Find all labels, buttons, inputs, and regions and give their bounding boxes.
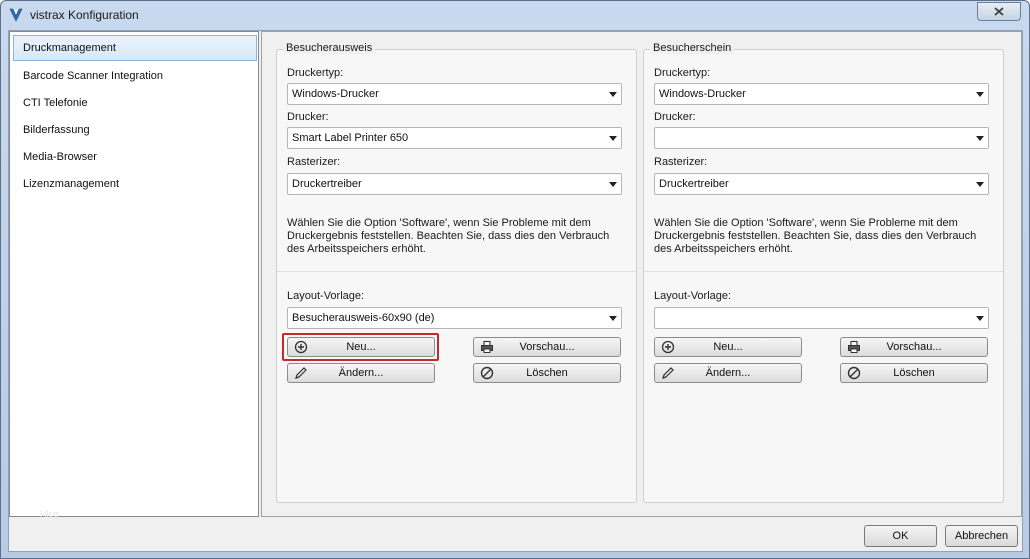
drucker-label: Drucker: xyxy=(287,111,329,123)
druckertyp-select[interactable]: Windows-Drucker xyxy=(287,83,622,105)
druckertyp-select[interactable]: Windows-Drucker xyxy=(654,83,989,105)
chevron-down-icon xyxy=(976,316,984,321)
group-besucherausweis: Besucherausweis Druckertyp: Windows-Druc… xyxy=(276,42,637,503)
close-icon xyxy=(994,7,1004,16)
aendern-button[interactable]: Ändern... xyxy=(654,363,802,383)
chevron-down-icon xyxy=(976,182,984,187)
rasterizer-select[interactable]: Druckertreiber xyxy=(287,173,622,195)
aendern-button-label: Ändern... xyxy=(705,367,751,379)
section-divider xyxy=(277,271,636,272)
client-area: Druckmanagement Barcode Scanner Integrat… xyxy=(8,30,1023,552)
cancel-button-label: Abbrechen xyxy=(954,530,1009,542)
drucker-label: Drucker: xyxy=(654,111,696,123)
vorschau-button[interactable]: Vorschau... xyxy=(840,337,988,357)
neu-button-label: Neu... xyxy=(346,341,376,353)
rasterizer-label: Rasterizer: xyxy=(287,156,341,168)
group-title: Besucherschein xyxy=(650,42,735,54)
vorschau-button-label: Vorschau... xyxy=(886,341,942,353)
rasterizer-label: Rasterizer: xyxy=(654,156,708,168)
loeschen-button-label: Löschen xyxy=(526,367,568,379)
chevron-down-icon xyxy=(609,136,617,141)
vistrax-logo-icon xyxy=(9,8,23,22)
druckertyp-value: Windows-Drucker xyxy=(659,88,746,100)
rasterizer-value: Druckertreiber xyxy=(659,178,729,190)
sidebar-item-lizenzmanagement[interactable]: Lizenzmanagement xyxy=(13,171,257,197)
druckertyp-value: Windows-Drucker xyxy=(292,88,379,100)
vorschau-button[interactable]: Vorschau... xyxy=(473,337,621,357)
rasterizer-select[interactable]: Druckertreiber xyxy=(654,173,989,195)
chevron-down-icon xyxy=(609,92,617,97)
chevron-down-icon xyxy=(976,136,984,141)
chevron-down-icon xyxy=(609,316,617,321)
window-title: vistrax Konfiguration xyxy=(30,8,139,22)
cancel-button[interactable]: Abbrechen xyxy=(945,525,1018,547)
sidebar-item-cti-telefonie[interactable]: CTI Telefonie xyxy=(13,90,257,116)
sidebar-item-druckmanagement[interactable]: Druckmanagement xyxy=(13,35,257,61)
section-divider xyxy=(644,271,1003,272)
chevron-down-icon xyxy=(609,182,617,187)
rasterizer-value: Druckertreiber xyxy=(292,178,362,190)
layout-vorlage-label: Layout-Vorlage: xyxy=(654,290,732,302)
loeschen-button[interactable]: Löschen xyxy=(840,363,988,383)
loeschen-button[interactable]: Löschen xyxy=(473,363,621,383)
settings-panel: Besucherausweis Druckertyp: Windows-Druc… xyxy=(261,31,1022,517)
neu-button-label: Neu... xyxy=(713,341,743,353)
group-besucherschein: Besucherschein Druckertyp: Windows-Druck… xyxy=(643,42,1004,503)
aendern-button[interactable]: Ändern... xyxy=(287,363,435,383)
sidebar: Druckmanagement Barcode Scanner Integrat… xyxy=(9,31,259,519)
title-bar[interactable]: vistrax Konfiguration xyxy=(1,1,1029,29)
drucker-select[interactable] xyxy=(654,127,989,149)
druckertyp-label: Druckertyp: xyxy=(654,67,711,79)
drucker-select[interactable]: Smart Label Printer 650 xyxy=(287,127,622,149)
sidebar-watermark: Hlog xyxy=(40,509,59,519)
aendern-button-label: Ändern... xyxy=(338,367,384,379)
group-title: Besucherausweis xyxy=(283,42,376,54)
layout-vorlage-label: Layout-Vorlage: xyxy=(287,290,365,302)
rasterizer-hint: Wählen Sie die Option 'Software', wenn S… xyxy=(287,217,610,255)
druckertyp-label: Druckertyp: xyxy=(287,67,344,79)
config-window: vistrax Konfiguration Druckmanagement Ba… xyxy=(0,0,1030,559)
sidebar-item-media-browser[interactable]: Media-Browser xyxy=(13,144,257,170)
sidebar-item-barcode-scanner[interactable]: Barcode Scanner Integration xyxy=(13,63,257,89)
layout-vorlage-select[interactable] xyxy=(654,307,989,329)
chevron-down-icon xyxy=(976,92,984,97)
layout-vorlage-value: Besucherausweis-60x90 (de) xyxy=(292,312,435,324)
rasterizer-hint: Wählen Sie die Option 'Software', wenn S… xyxy=(654,217,977,255)
drucker-value: Smart Label Printer 650 xyxy=(292,132,409,144)
layout-vorlage-select[interactable]: Besucherausweis-60x90 (de) xyxy=(287,307,622,329)
neu-button[interactable]: Neu... xyxy=(654,337,802,357)
loeschen-button-label: Löschen xyxy=(893,367,935,379)
sidebar-item-bilderfassung[interactable]: Bilderfassung xyxy=(13,117,257,143)
vorschau-button-label: Vorschau... xyxy=(519,341,575,353)
ok-button-label: OK xyxy=(892,530,909,542)
ok-button[interactable]: OK xyxy=(864,525,937,547)
neu-button[interactable]: Neu... xyxy=(287,337,435,357)
close-button[interactable] xyxy=(977,2,1021,21)
